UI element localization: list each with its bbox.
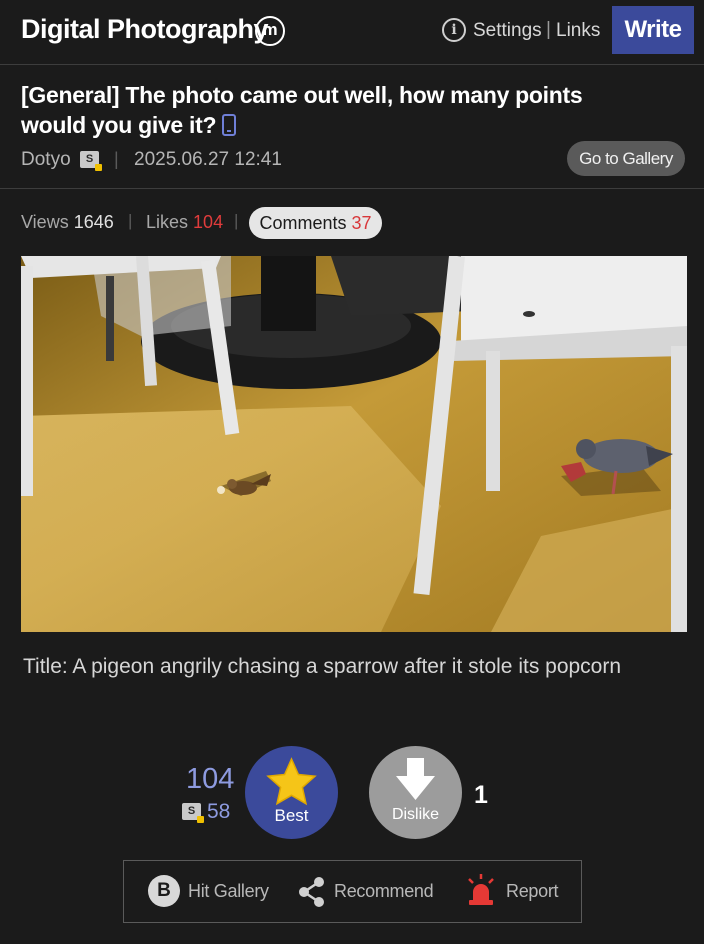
- stats-separator: |: [128, 211, 133, 230]
- comments-label: Comments: [259, 213, 347, 233]
- likes-count: 104: [193, 212, 224, 232]
- author-name[interactable]: Dotyo: [21, 149, 71, 171]
- hit-gallery-icon: B: [148, 875, 180, 907]
- write-button[interactable]: Write: [612, 6, 694, 54]
- go-to-gallery-button[interactable]: Go to Gallery: [567, 141, 685, 176]
- best-button[interactable]: Best: [245, 746, 338, 839]
- header-divider: [0, 64, 704, 65]
- views-stat: Views 1646: [21, 212, 114, 233]
- views-label: Views: [21, 212, 69, 232]
- comments-button[interactable]: Comments 37: [249, 207, 382, 239]
- site-title[interactable]: Digital Photography: [21, 14, 269, 45]
- share-icon: [299, 877, 324, 907]
- arrow-down-icon: [396, 758, 435, 800]
- minor-gallery-icon: m: [255, 16, 285, 46]
- member-badge-icon: S: [182, 803, 204, 823]
- settings-link[interactable]: Settings: [473, 20, 542, 42]
- post-date: 2025.06.27 12:41: [134, 149, 282, 170]
- top-bar: Digital Photography m i Settings | Links…: [0, 0, 704, 64]
- dislike-count: 1: [474, 781, 488, 809]
- post-title: [General] The photo came out well, how m…: [21, 80, 611, 140]
- stats-separator: |: [234, 211, 239, 230]
- member-best-count: 58: [207, 800, 231, 823]
- likes-stat: Likes 104: [146, 212, 223, 233]
- hit-gallery-button[interactable]: Hit Gallery: [188, 881, 269, 902]
- meta-separator: |: [114, 149, 119, 169]
- best-count: 104: [186, 763, 235, 795]
- info-icon[interactable]: i: [442, 18, 466, 42]
- photo-caption: Title: A pigeon angrily chasing a sparro…: [23, 655, 622, 678]
- views-count: 1646: [73, 212, 114, 232]
- photo-pigeon-sparrow: [21, 256, 687, 632]
- mobile-phone-icon: [222, 114, 237, 136]
- dislike-button[interactable]: Dislike: [369, 746, 462, 839]
- dislike-label: Dislike: [391, 806, 440, 823]
- meta-divider: [0, 188, 704, 189]
- recommend-button[interactable]: Recommend: [334, 881, 434, 902]
- post-title-text: [General] The photo came out well, how m…: [21, 82, 583, 138]
- siren-icon: [468, 874, 494, 905]
- comments-count: 37: [351, 213, 372, 233]
- likes-label: Likes: [146, 212, 189, 232]
- report-button[interactable]: Report: [506, 881, 559, 902]
- member-badge-icon: S: [80, 151, 102, 171]
- post-action-bar: B Hit Gallery Recommend Report: [123, 860, 582, 923]
- best-label: Best: [274, 806, 309, 825]
- header-separator: |: [546, 19, 551, 40]
- links-link[interactable]: Links: [556, 20, 600, 42]
- post-photo: [21, 256, 687, 632]
